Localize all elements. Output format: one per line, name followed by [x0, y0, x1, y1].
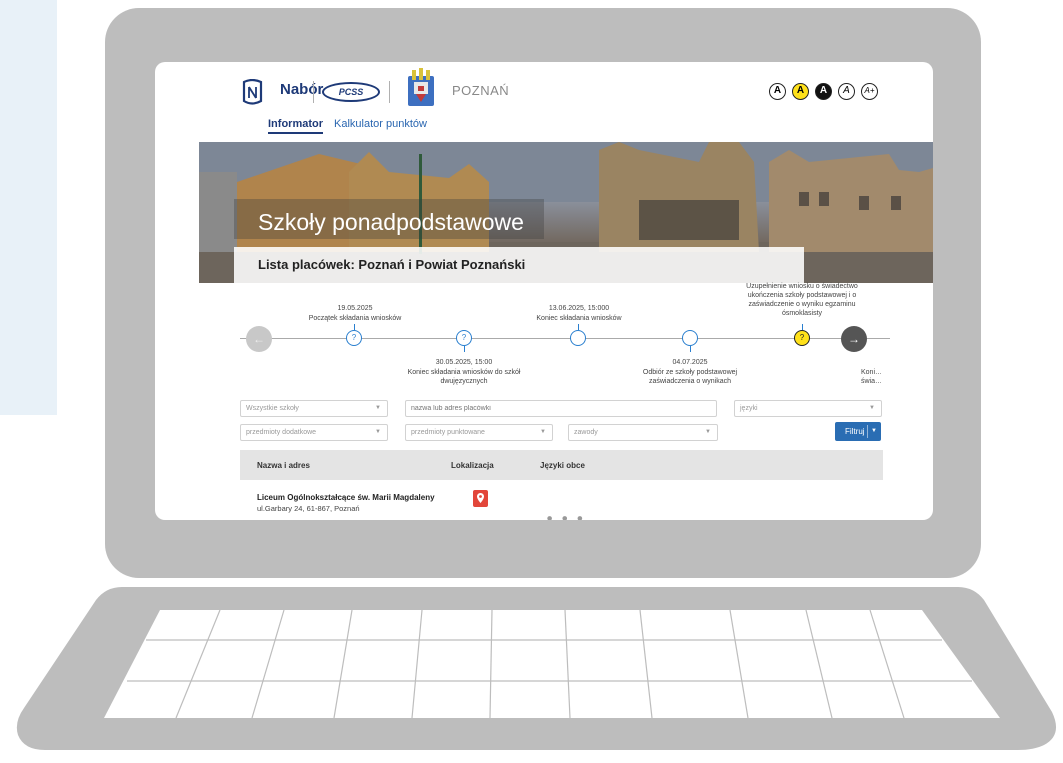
- header-separator: [313, 81, 314, 103]
- timeline-line: [240, 338, 890, 339]
- timeline-next-button[interactable]: →: [841, 326, 867, 352]
- city-name: POZNAŃ: [452, 83, 510, 98]
- loading-dots: ● ● ●: [547, 515, 587, 520]
- button-divider: [867, 425, 868, 438]
- school-address: ul.Garbary 24, 61-867, Poznań: [257, 504, 360, 513]
- professions-select[interactable]: zawody ▼: [568, 424, 718, 441]
- page-subtitle: Lista placówek: Poznań i Powiat Poznańsk…: [258, 257, 526, 272]
- contrast-yellow-button[interactable]: A: [792, 83, 809, 100]
- font-larger-button[interactable]: A+: [861, 83, 878, 100]
- timeline-label: Uzupełnienie wniosku o świadectwo ukończ…: [746, 283, 858, 317]
- timeline-tick: [464, 346, 465, 352]
- header-separator: [389, 81, 390, 103]
- timeline-date: 30.05.2025, 15:00: [435, 359, 493, 366]
- timeline-label: Koni… świa…: [861, 369, 881, 385]
- column-header-name[interactable]: Nazwa i adres: [257, 461, 310, 470]
- chevron-down-icon: ▼: [540, 429, 546, 435]
- chevron-down-icon: ▼: [869, 405, 875, 411]
- nabor-logo-icon[interactable]: [240, 79, 265, 107]
- contrast-dark-button[interactable]: A: [815, 83, 832, 100]
- timeline-tick: [690, 346, 691, 352]
- map-pin-icon[interactable]: [473, 490, 488, 507]
- timeline-label: Koniec składania wniosków: [536, 315, 622, 322]
- professions-select-value: zawody: [574, 429, 598, 436]
- page-title: Szkoły ponadpodstawowe: [258, 209, 524, 235]
- timeline-node[interactable]: ?: [456, 330, 472, 346]
- timeline-date: 04.07.2025: [672, 359, 708, 366]
- timeline-node[interactable]: ?: [794, 330, 810, 346]
- tab-kalkulator[interactable]: Kalkulator punktów: [334, 118, 427, 130]
- languages-select[interactable]: języki ▼: [734, 400, 882, 417]
- schools-select[interactable]: Wszystkie szkoły ▼: [240, 400, 388, 417]
- brand-name[interactable]: Nabór: [280, 81, 323, 98]
- timeline-node[interactable]: [682, 330, 698, 346]
- font-normal-button[interactable]: A: [838, 83, 855, 100]
- scored-subjects-select-value: przedmioty punktowane: [411, 429, 485, 436]
- poznan-crest-icon: [408, 68, 434, 106]
- timeline-date: 19.05.2025: [337, 305, 373, 312]
- chevron-down-icon: ▼: [375, 405, 381, 411]
- laptop-screen: Nabór PCSS POZNAŃ A A A A A+ Informator …: [155, 62, 933, 520]
- schools-select-value: Wszystkie szkoły: [246, 405, 299, 412]
- column-header-languages[interactable]: Języki obce: [540, 461, 585, 470]
- timeline-label: Koniec składania wniosków do szkół dwuję…: [407, 369, 521, 385]
- timeline-prev-button[interactable]: ←: [246, 326, 272, 352]
- chevron-down-icon[interactable]: ▼: [871, 422, 877, 441]
- contrast-default-button[interactable]: A: [769, 83, 786, 100]
- filter-button[interactable]: Filtruj ▼: [835, 422, 881, 441]
- timeline-node[interactable]: [570, 330, 586, 346]
- chevron-down-icon: ▼: [705, 429, 711, 435]
- search-input[interactable]: [405, 400, 717, 417]
- side-panel: [0, 0, 57, 415]
- timeline-label: Początek składania wniosków: [308, 315, 402, 322]
- extra-subjects-select[interactable]: przedmioty dodatkowe ▼: [240, 424, 388, 441]
- filter-button-label: Filtruj: [845, 427, 865, 436]
- timeline-label: Odbiór ze szkoły podstawowej zaświadczen…: [642, 369, 738, 385]
- extra-subjects-select-value: przedmioty dodatkowe: [246, 429, 317, 436]
- pcss-logo[interactable]: PCSS: [322, 82, 380, 102]
- timeline-node[interactable]: ?: [346, 330, 362, 346]
- tab-informator[interactable]: Informator: [268, 118, 323, 134]
- column-header-location[interactable]: Lokalizacja: [451, 461, 494, 470]
- languages-select-value: języki: [740, 405, 758, 412]
- school-name-link[interactable]: Liceum Ogólnokształcące św. Marii Magdal…: [257, 493, 435, 502]
- timeline-date: 13.06.2025, 15:000: [548, 305, 610, 312]
- chevron-down-icon: ▼: [375, 429, 381, 435]
- scored-subjects-select[interactable]: przedmioty punktowane ▼: [405, 424, 553, 441]
